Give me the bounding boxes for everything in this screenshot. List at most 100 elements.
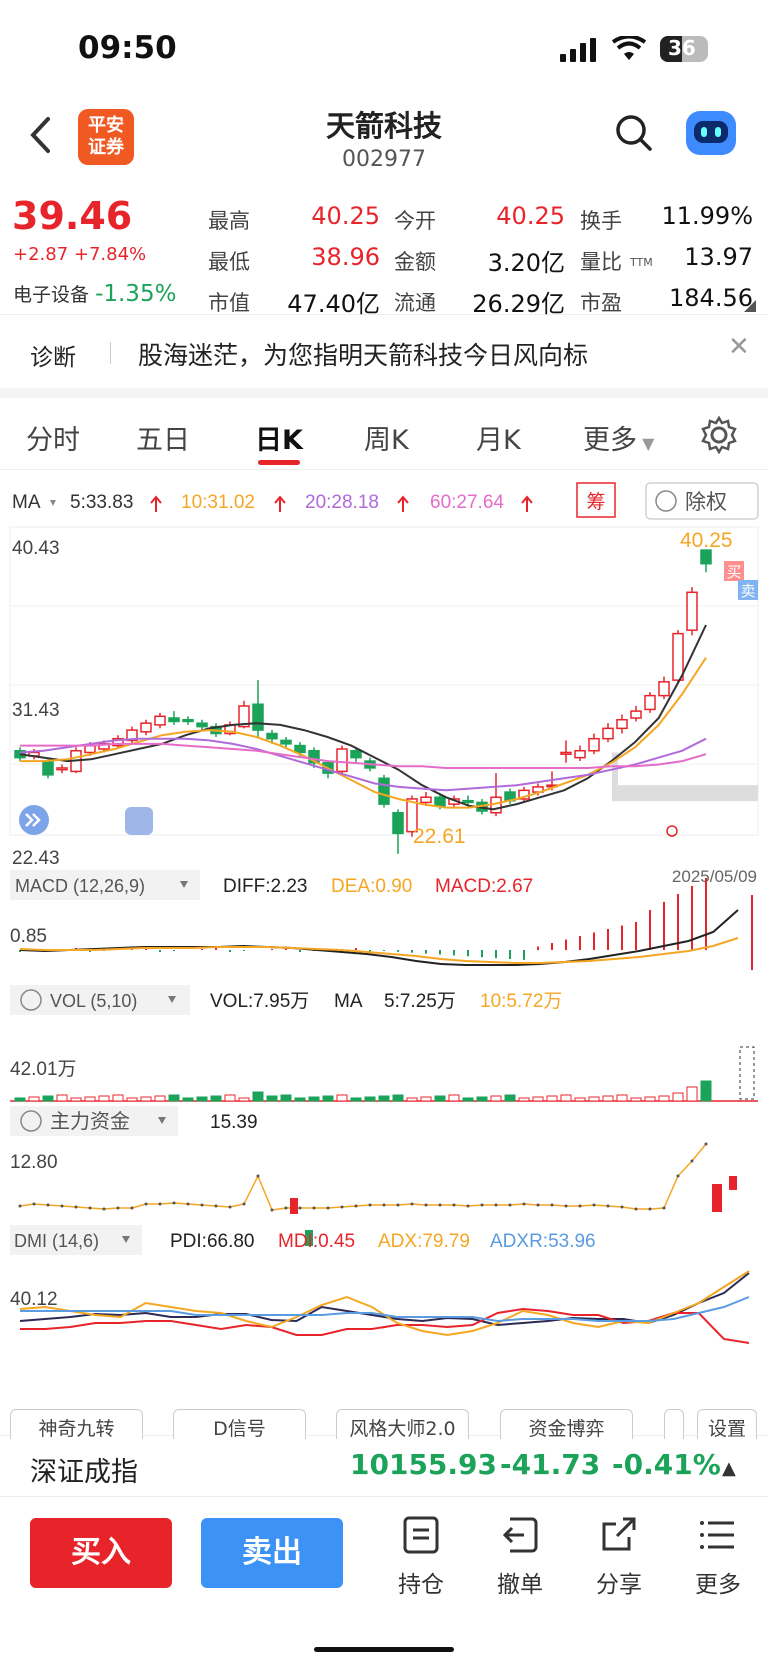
candle-body [700, 549, 712, 565]
battery-level: 36 [668, 36, 696, 60]
status-bar: 09:50 36 [0, 0, 768, 100]
quote-label: 量比 [580, 250, 622, 274]
home-indicator [314, 1647, 454, 1652]
tab-intraday[interactable]: 分时 [26, 418, 80, 457]
indicator-chip[interactable]: D信号 [173, 1409, 306, 1439]
fund-point [592, 1203, 596, 1207]
sell-button[interactable]: 卖出 [201, 1518, 343, 1588]
share-icon [602, 1517, 636, 1551]
quote-label: 最低 [208, 250, 250, 274]
y-axis-top: 40.43 [12, 538, 60, 559]
tab-monthly-k[interactable]: 月K [476, 418, 521, 457]
candle-body [434, 796, 446, 807]
macd-name: MACD (12,26,9) [15, 876, 145, 896]
vol-bar [28, 1096, 40, 1102]
vol-bar [546, 1095, 558, 1102]
fund-point [396, 1203, 400, 1207]
dropdown-icon: ▼ [637, 434, 655, 453]
chip-distribution-label: 筹 [586, 491, 605, 513]
buy-button[interactable]: 买入 [30, 1518, 172, 1588]
buy-tag-label: 买 [726, 564, 741, 581]
fund-point [172, 1201, 176, 1205]
active-tab-indicator [258, 460, 300, 465]
fund-point [186, 1202, 190, 1206]
hold-button[interactable]: 持仓 [381, 1515, 461, 1599]
tab-more[interactable]: 更多 ▼ [583, 418, 654, 457]
search-icon[interactable] [614, 113, 654, 153]
fund-point [214, 1204, 218, 1208]
fund-point [634, 1207, 638, 1211]
index-bar[interactable]: 深证成指 10155.93 -41.73 -0.41% ▲ [0, 1435, 768, 1495]
holdings-icon [403, 1516, 439, 1554]
sector-change: -1.35% [95, 281, 177, 307]
tab-five-day[interactable]: 五日 [136, 418, 190, 457]
more-button[interactable]: 更多 [678, 1515, 758, 1599]
index-name: 深证成指 [30, 1457, 138, 1488]
fund-point [116, 1206, 120, 1210]
indicator-chip[interactable]: 神奇九转 [10, 1409, 143, 1439]
sector-label: 电子设备 [13, 284, 90, 306]
vol-bar [658, 1095, 670, 1102]
chip-zone [612, 785, 758, 802]
up-arrow-icon [150, 495, 162, 512]
quote-value: 38.96 [311, 243, 380, 271]
ma-dropdown-icon [50, 500, 56, 506]
share-label: 分享 [596, 1572, 642, 1598]
indicator-chip[interactable]: 风格大师2.0 [336, 1409, 469, 1439]
indicator-chip[interactable] [664, 1409, 684, 1439]
expand-up-icon[interactable]: ▲ [722, 1458, 736, 1479]
fund-axis: 12.80 [10, 1152, 58, 1173]
expand-corner-icon[interactable] [744, 300, 756, 312]
cancel-order-button[interactable]: 撤单 [480, 1515, 560, 1599]
vol-bar [56, 1094, 68, 1102]
candle-body [588, 737, 600, 752]
fund-point [284, 1206, 288, 1210]
tab-daily-k[interactable]: 日K [255, 418, 303, 457]
up-arrow-icon [274, 495, 286, 512]
settings-gear-icon[interactable] [700, 416, 738, 454]
dmi-mdi: MDI:0.45 [278, 1231, 355, 1252]
quote-value: 184.56 [669, 284, 753, 312]
ma20-value: 20:28.18 [305, 492, 379, 513]
sector[interactable]: 电子设备 -1.35% [13, 280, 176, 307]
vol-bar [126, 1097, 138, 1102]
fund-value: 15.39 [210, 1112, 258, 1133]
ex-right-label: 除权 [685, 491, 727, 514]
diagnosis-banner[interactable]: 诊断 股海迷茫，为您指明天箭科技今日风向标 ✕ [0, 318, 768, 388]
y-axis-mid: 31.43 [12, 700, 60, 721]
fund-point [508, 1203, 512, 1207]
indicator-chip[interactable]: 设置 [697, 1409, 757, 1439]
candle-body [350, 749, 362, 759]
fund-point [326, 1206, 330, 1210]
macd-axis: 0.85 [10, 926, 47, 947]
ma10-value: 10:31.02 [181, 492, 255, 513]
close-icon[interactable]: ✕ [728, 332, 750, 362]
ma-name: MA [12, 492, 41, 513]
share-button[interactable]: 分享 [579, 1515, 659, 1599]
candle-body [560, 751, 572, 755]
vol-ma-label: MA [334, 991, 363, 1012]
more-label: 更多 [695, 1572, 741, 1598]
signal-icon [560, 38, 596, 62]
indicator-chip[interactable]: 资金博弈 [500, 1409, 633, 1439]
vol-bar [434, 1095, 446, 1102]
kline-chart-svg[interactable]: MA5:33.8310:31.0220:28.1860:27.64筹筹除权40.… [0, 470, 768, 1435]
last-price: 39.46 [12, 194, 133, 238]
vol-bar [294, 1097, 306, 1102]
fund-point [410, 1202, 414, 1206]
ttm-label: TTM [630, 256, 653, 269]
chart-area[interactable]: MA5:33.8310:31.0220:28.1860:27.64筹筹除权40.… [0, 470, 768, 1435]
quote-value: 26.29亿 [472, 290, 565, 318]
vol-bar [448, 1094, 460, 1102]
vol-bar [182, 1097, 194, 1102]
action-bar: 买入 卖出 持仓 撤单 分享 更多 [0, 1496, 768, 1663]
vol-bar [336, 1094, 348, 1102]
quote-label: 市值 [208, 291, 250, 315]
diagnosis-tag: 诊断 [30, 345, 76, 371]
fund-point [452, 1203, 456, 1207]
robot-assistant-icon[interactable] [686, 111, 736, 155]
vol-bar [602, 1095, 614, 1102]
vol-bar [98, 1095, 110, 1102]
ma5-value: 5:33.83 [70, 492, 133, 513]
tab-weekly-k[interactable]: 周K [364, 418, 409, 457]
